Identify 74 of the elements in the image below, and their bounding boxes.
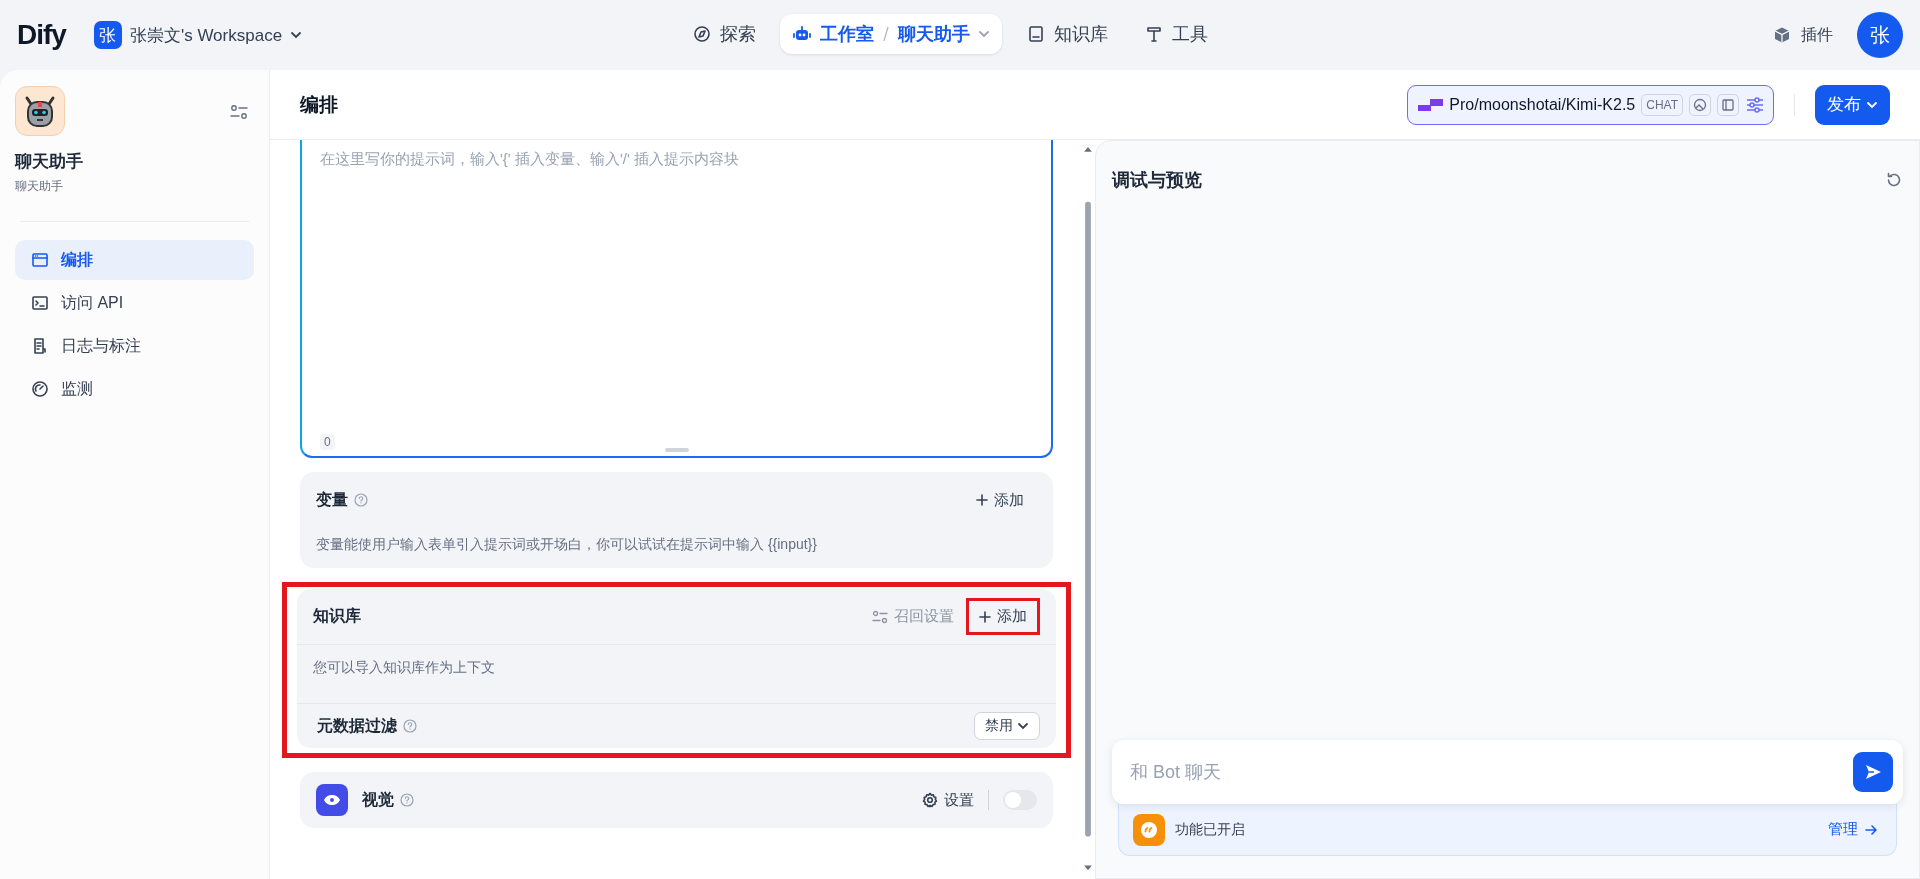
workspace-switcher[interactable]: 张 张崇文's Workspace (89, 17, 307, 53)
add-variable-button[interactable]: 添加 (963, 481, 1037, 519)
page-title: 编排 (300, 92, 338, 117)
settings-icon (872, 609, 888, 624)
refresh-icon[interactable] (1885, 171, 1903, 189)
model-logo-icon (1418, 98, 1444, 111)
sidebar-item[interactable]: 编排 (15, 240, 254, 280)
prompt-editor[interactable]: 在这里写你的提示词，输入'{' 插入变量、输入'/' 插入提示内容块 0 (300, 140, 1053, 458)
section-title: 变量 (316, 489, 348, 510)
section-title: 知识库 (313, 606, 361, 626)
send-icon (1863, 762, 1883, 782)
book-icon (1026, 24, 1046, 44)
panel-title: 调试与预览 (1112, 169, 1202, 192)
sidebar-item[interactable]: 日志与标注 (15, 326, 254, 366)
hammer-icon (1144, 24, 1164, 44)
plugins-button[interactable]: 插件 (1773, 24, 1833, 46)
features-status: 功能已开启 (1175, 820, 1245, 839)
window-icon (31, 251, 49, 269)
metadata-filter-label: 元数据过滤 (317, 715, 397, 736)
terminal-icon (31, 294, 49, 312)
character-count: 0 (320, 434, 335, 450)
add-knowledge-button[interactable]: 添加 (966, 598, 1040, 635)
sidebar-item[interactable]: 访问 API (15, 283, 254, 323)
section-description: 变量能使用户输入表单引入提示词或开场白，你可以试试在提示词中输入 {{input}} (315, 535, 818, 554)
publish-button[interactable]: 发布 (1815, 84, 1890, 125)
workspace-avatar: 张 (93, 21, 122, 49)
gauge-icon (31, 380, 49, 398)
resize-handle[interactable] (664, 448, 689, 452)
slash-separator-icon (882, 26, 890, 42)
settings-icon[interactable] (230, 104, 248, 120)
model-name: Pro/moonshotai/Kimi-K2.5 (1449, 95, 1636, 114)
plugins-label: 插件 (1801, 24, 1833, 45)
tab-label: 工作室 (820, 23, 874, 46)
gear-icon (922, 792, 938, 808)
model-selector[interactable]: Pro/moonshotai/Kimi-K2.5 CHAT (1407, 84, 1774, 125)
cube-icon (1773, 26, 1791, 44)
document-icon (31, 337, 49, 355)
nav-tab[interactable]: 探索 (680, 14, 768, 54)
logo[interactable]: Dify (17, 19, 66, 51)
nav-tab[interactable]: 知识库 (1014, 14, 1120, 54)
section-description: 您可以导入知识库作为上下文 (297, 645, 1056, 704)
plus-icon (976, 494, 988, 506)
vision-toggle[interactable] (1003, 790, 1037, 810)
app-name: 聊天助手 (15, 151, 84, 173)
section-title: 视觉 (362, 789, 394, 810)
metadata-filter-dropdown[interactable]: 禁用 (974, 712, 1040, 740)
app-type: 聊天助手 (15, 178, 64, 195)
model-mode-tag: CHAT (1641, 93, 1683, 116)
chat-text-input[interactable]: 和 Bot 聊天 (1128, 760, 1853, 784)
tab-label: 知识库 (1054, 23, 1108, 46)
chat-input[interactable]: 和 Bot 聊天 (1112, 740, 1903, 804)
compass-icon (692, 24, 712, 44)
tab-label: 工具 (1172, 23, 1208, 46)
nav-tab[interactable]: 工作室 聊天助手 (780, 14, 1002, 54)
plus-icon (979, 610, 991, 623)
quote-drawing (1140, 820, 1158, 839)
manage-link[interactable]: 管理 (1828, 820, 1878, 839)
vision-settings-button[interactable]: 设置 (922, 790, 974, 810)
sidebar-item[interactable]: 监测 (15, 369, 254, 409)
help-icon (403, 719, 417, 733)
help-icon (400, 793, 414, 807)
workspace-name: 张崇文's Workspace (129, 24, 283, 47)
tab-label: 探索 (720, 23, 756, 46)
arrow-right-icon (1864, 822, 1878, 837)
nav-tab[interactable]: 工具 (1132, 14, 1220, 54)
eye-drawing (323, 794, 341, 806)
user-avatar[interactable]: 张 (1857, 12, 1903, 58)
send-button[interactable] (1853, 752, 1893, 792)
caret-icon (978, 28, 990, 40)
caret-icon (1017, 720, 1029, 732)
caret-icon (290, 29, 303, 41)
help-icon (354, 493, 368, 507)
current-app-name: 聊天助手 (898, 23, 970, 46)
sliders-icon (1745, 95, 1765, 114)
